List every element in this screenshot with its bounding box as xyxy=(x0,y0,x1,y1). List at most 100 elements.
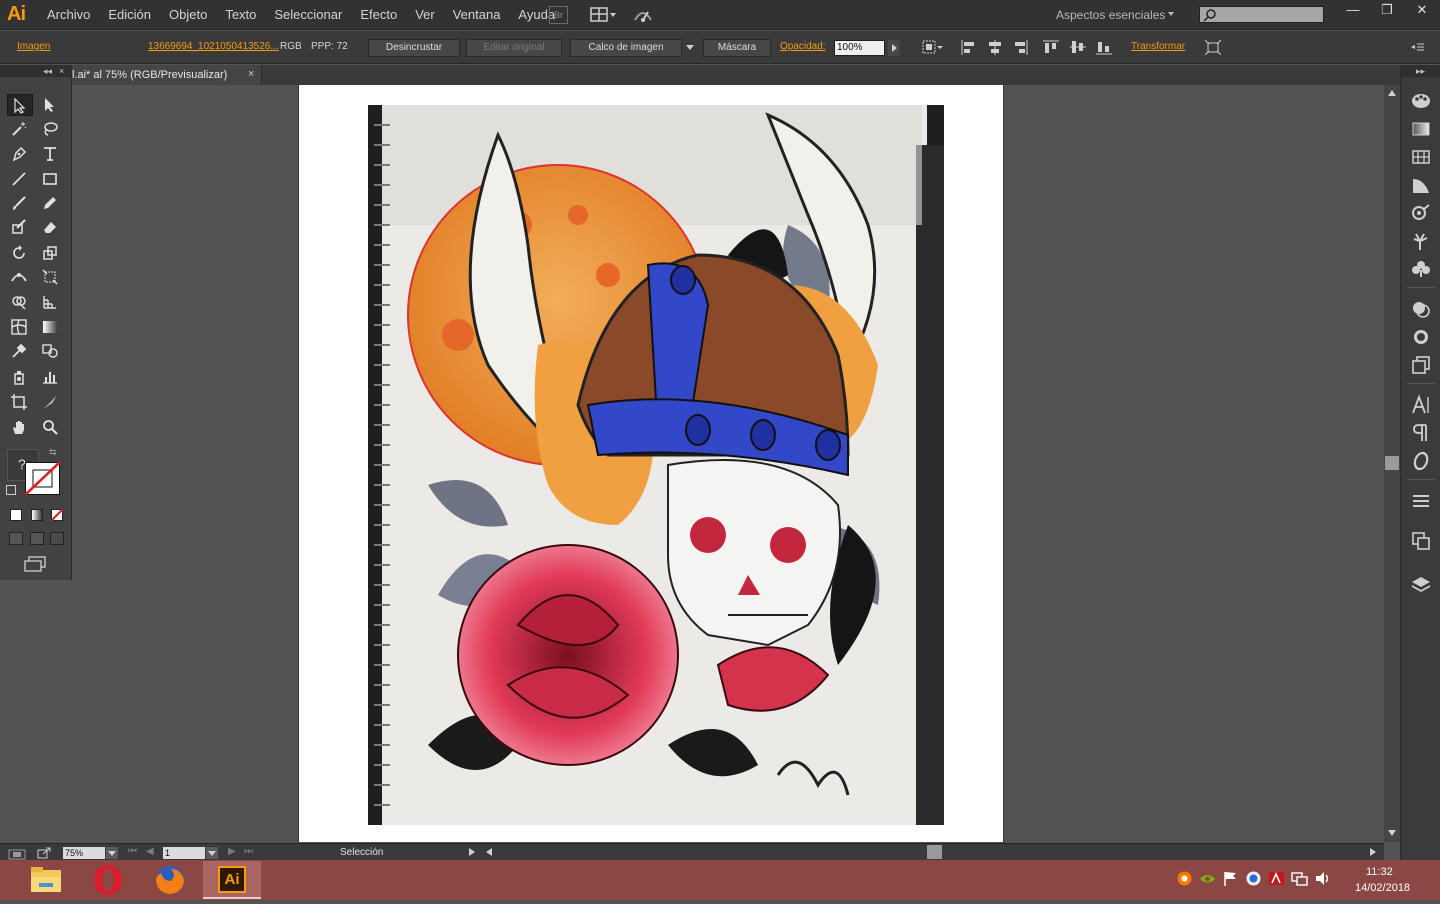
artboard-navigation-icon[interactable] xyxy=(8,847,26,860)
artboards-panel-icon[interactable] xyxy=(1410,530,1432,552)
symbols-icon[interactable] xyxy=(1410,202,1432,224)
image-trace-dropdown-icon[interactable] xyxy=(686,45,694,50)
mesh-tool[interactable] xyxy=(7,316,33,338)
action-center-flag-icon[interactable] xyxy=(1222,870,1239,887)
gpu-performance-icon[interactable] xyxy=(632,6,654,24)
menu-edicion[interactable]: Edición xyxy=(99,0,160,30)
close-document-icon[interactable]: × xyxy=(248,68,254,80)
unembed-button[interactable]: Desincrustar xyxy=(368,39,460,57)
network-icon[interactable] xyxy=(1291,870,1308,887)
clock-time[interactable]: 11:32 xyxy=(1366,866,1393,878)
adobe-creative-cloud-icon[interactable] xyxy=(1268,870,1285,887)
bridge-icon[interactable]: Br xyxy=(549,6,568,24)
search-input[interactable] xyxy=(1199,6,1324,23)
gradient-mode-button[interactable] xyxy=(31,509,43,521)
volume-icon[interactable] xyxy=(1314,870,1331,887)
shaper-tool[interactable] xyxy=(7,216,33,238)
previous-artboard-icon[interactable]: ◀ xyxy=(146,846,154,857)
free-transform-tool[interactable] xyxy=(38,266,64,288)
image-trace-button[interactable]: Calco de imagen xyxy=(570,39,682,57)
close-panel-icon[interactable]: × xyxy=(59,65,64,77)
artboard-dropdown-icon[interactable] xyxy=(206,847,218,859)
pen-tool[interactable] xyxy=(7,143,33,165)
swatches-icon[interactable] xyxy=(1410,146,1432,168)
artboard-number-input[interactable]: 1 xyxy=(163,847,205,859)
rectangle-tool[interactable] xyxy=(38,168,64,190)
scale-tool[interactable] xyxy=(38,242,64,264)
gradient-tool[interactable] xyxy=(38,316,64,338)
align-right-icon[interactable] xyxy=(1013,40,1029,55)
graphic-styles-icon[interactable] xyxy=(1410,230,1432,252)
lasso-tool[interactable] xyxy=(38,118,64,140)
color-mode-button[interactable] xyxy=(10,509,22,521)
align-top-icon[interactable] xyxy=(1043,40,1059,55)
object-type-label[interactable]: Imagen xyxy=(17,41,50,52)
document-tab[interactable]: l.ai* al 75% (RGB/Previsualizar) × xyxy=(72,65,262,85)
rotate-tool[interactable] xyxy=(7,242,33,264)
zoom-dropdown-icon[interactable] xyxy=(106,847,118,859)
close-window-button[interactable]: ✕ xyxy=(1404,0,1440,20)
none-mode-button[interactable] xyxy=(51,509,63,521)
taskbar-opera[interactable] xyxy=(79,861,137,899)
paintbrush-tool[interactable] xyxy=(7,192,33,214)
status-menu-arrow-icon[interactable] xyxy=(469,848,475,856)
clock-date[interactable]: 14/02/2018 xyxy=(1355,882,1410,894)
edit-original-button[interactable]: Editar original xyxy=(466,39,562,57)
workspace-switcher[interactable]: Aspectos esenciales xyxy=(1056,0,1165,30)
zoom-level-input[interactable]: 75% xyxy=(63,847,105,859)
align-panel-icon[interactable] xyxy=(1410,490,1432,512)
default-fill-stroke-icon[interactable] xyxy=(6,485,16,495)
menu-seleccionar[interactable]: Seleccionar xyxy=(265,0,351,30)
nvidia-icon[interactable] xyxy=(1199,870,1216,887)
opacity-slider-arrow-icon[interactable] xyxy=(888,40,900,56)
zoom-tool[interactable] xyxy=(38,416,64,438)
collapse-panel-icon[interactable]: ◂◂ xyxy=(43,65,52,77)
scroll-left-arrow-icon[interactable] xyxy=(486,848,492,856)
menu-objeto[interactable]: Objeto xyxy=(160,0,216,30)
last-artboard-icon[interactable]: ⏭ xyxy=(244,846,253,857)
taskbar-firefox[interactable] xyxy=(141,861,199,899)
align-horizontal-center-icon[interactable] xyxy=(987,40,1003,55)
screen-mode-icon[interactable] xyxy=(24,556,46,572)
transform-link[interactable]: Transformar xyxy=(1131,41,1185,52)
paragraph-icon[interactable] xyxy=(1410,422,1432,444)
brushes-icon[interactable] xyxy=(1410,174,1432,196)
color-guide-icon[interactable] xyxy=(1410,118,1432,140)
restore-button[interactable]: ❐ xyxy=(1370,0,1404,20)
arrange-documents-icon[interactable] xyxy=(590,6,618,24)
placed-image-viking-skull-rose[interactable] xyxy=(368,105,944,825)
updater-icon[interactable] xyxy=(1245,870,1262,887)
stroke-panel-icon[interactable] xyxy=(1410,354,1432,376)
appearance-icon[interactable] xyxy=(1410,298,1432,320)
draw-behind-icon[interactable] xyxy=(30,532,44,545)
isolate-selected-icon[interactable] xyxy=(1204,39,1222,56)
chevron-down-icon[interactable] xyxy=(1168,12,1174,16)
scroll-up-arrow-icon[interactable] xyxy=(1388,90,1396,96)
expand-panels-icon[interactable]: ▸▸ xyxy=(1401,65,1440,77)
artboard[interactable] xyxy=(298,85,1004,842)
opacity-input[interactable]: 100% xyxy=(834,40,885,56)
eraser-tool[interactable] xyxy=(38,216,64,238)
type-tool[interactable] xyxy=(38,143,64,165)
horizontal-scrollbar-thumb[interactable] xyxy=(927,845,942,859)
swap-fill-stroke-icon[interactable]: ⇆ xyxy=(49,447,57,458)
minimize-button[interactable]: — xyxy=(1336,0,1370,20)
scroll-right-arrow-icon[interactable] xyxy=(1370,848,1376,856)
transparency-icon[interactable] xyxy=(1410,326,1432,348)
taskbar-illustrator[interactable]: Ai xyxy=(203,861,261,899)
menu-ventana[interactable]: Ventana xyxy=(444,0,510,30)
line-segment-tool[interactable] xyxy=(7,168,33,190)
character-icon[interactable] xyxy=(1410,394,1432,416)
color-panel-icon[interactable] xyxy=(1410,90,1432,112)
avast-icon[interactable] xyxy=(1176,870,1193,887)
panel-menu-icon[interactable] xyxy=(1409,40,1425,55)
stroke-swatch[interactable] xyxy=(25,462,60,495)
next-artboard-icon[interactable]: ▶ xyxy=(228,846,236,857)
slice-tool[interactable] xyxy=(38,391,64,413)
opacity-label[interactable]: Opacidad: xyxy=(780,41,826,52)
symbol-sprayer-tool[interactable] xyxy=(7,366,33,388)
align-bottom-icon[interactable] xyxy=(1096,40,1112,55)
club-symbols-icon[interactable] xyxy=(1410,258,1432,280)
magic-wand-tool[interactable] xyxy=(7,118,33,140)
taskbar-file-explorer[interactable] xyxy=(17,861,75,899)
